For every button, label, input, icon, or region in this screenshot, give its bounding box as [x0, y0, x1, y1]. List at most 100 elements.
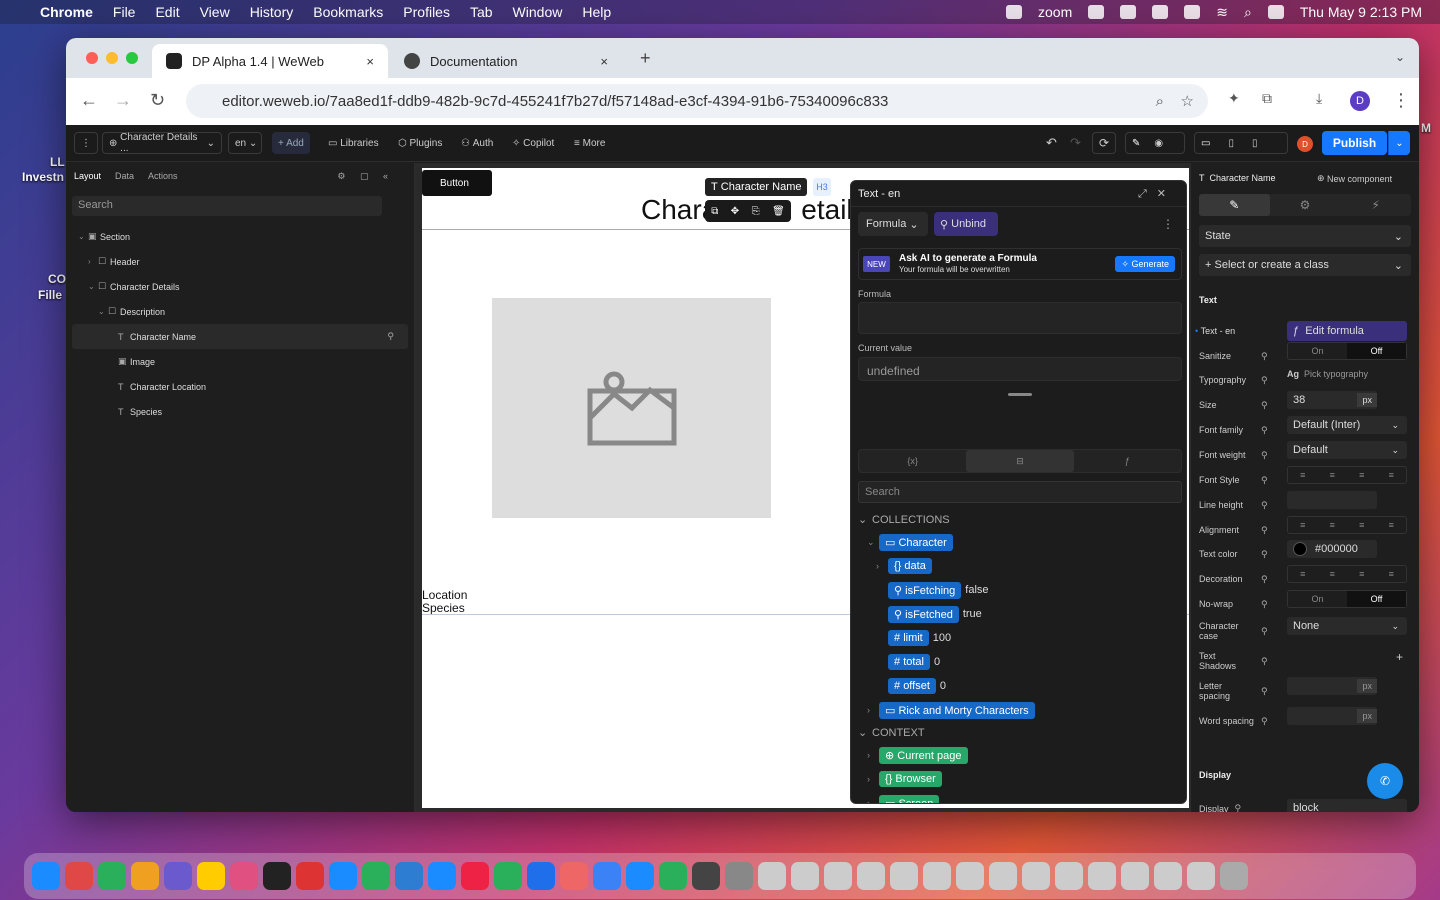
duplicate-icon[interactable]: ⎘ — [752, 206, 760, 217]
move-icon[interactable]: ✥ — [731, 206, 739, 217]
dock-app-icon[interactable] — [461, 862, 489, 890]
tree-item[interactable]: T Character Location — [72, 374, 408, 399]
zoom-window-button[interactable] — [126, 52, 138, 64]
profile-avatar[interactable]: D — [1350, 91, 1370, 111]
variable-chip[interactable]: ▭ Screen — [879, 794, 940, 803]
tree-item[interactable]: ⌄ ▣ Section — [72, 224, 408, 249]
tree-arrow-icon[interactable]: › — [867, 798, 879, 803]
color-swatch-icon[interactable] — [1293, 542, 1307, 556]
tab-data[interactable]: Data — [115, 171, 134, 182]
variable-chip[interactable]: ⊕ Current page — [879, 746, 968, 764]
explorer-item[interactable]: # limit 100 — [858, 626, 1180, 650]
variable-chip[interactable]: # limit — [888, 630, 929, 646]
more-button[interactable]: ≡ More — [568, 132, 611, 154]
bind-icon[interactable]: ⚲ — [1261, 500, 1268, 511]
explorer-item[interactable]: # offset 0 — [858, 674, 1180, 698]
on-option[interactable]: On — [1288, 591, 1347, 607]
dock-app-icon[interactable] — [362, 862, 390, 890]
close-tab-icon[interactable]: × — [600, 54, 608, 69]
variable-chip[interactable]: # offset — [888, 678, 936, 694]
option-icon[interactable]: ≡ — [1377, 467, 1407, 483]
functions-tab-icon[interactable]: ƒ — [1074, 450, 1181, 472]
typography-picker[interactable]: Ag Pick typography — [1287, 369, 1368, 379]
off-option[interactable]: Off — [1347, 591, 1406, 607]
tree-arrow-icon[interactable]: › — [88, 257, 98, 266]
spacing-input[interactable]: px — [1287, 707, 1377, 725]
menu-view[interactable]: View — [200, 4, 230, 20]
dock-app-icon[interactable] — [659, 862, 687, 890]
extension-icon[interactable]: ✦ — [1228, 90, 1240, 107]
tablet-icon[interactable]: ▯ — [1228, 138, 1234, 149]
bookmark-star-icon[interactable]: ☆ — [1181, 92, 1194, 110]
redo-icon[interactable]: ↷ — [1064, 132, 1087, 154]
tree-arrow-icon[interactable]: › — [876, 561, 888, 571]
new-tab-button[interactable]: + — [640, 48, 651, 69]
explorer-item[interactable]: › ▭ Rick and Morty Characters — [858, 698, 1180, 722]
mode-toggle[interactable]: ✎ ◉ — [1125, 132, 1185, 154]
on-off-toggle[interactable]: On Off — [1287, 342, 1407, 360]
dock-app-icon[interactable] — [1220, 862, 1248, 890]
location-species-text[interactable]: Location Species — [422, 589, 467, 615]
explorer-item[interactable]: › ▭ Screen — [858, 791, 1180, 803]
tree-item[interactable]: › ☐ Header — [72, 249, 408, 274]
state-select[interactable]: State ⌄ — [1199, 225, 1411, 247]
wifi-icon[interactable]: ≋ — [1216, 4, 1228, 21]
dock-app-icon[interactable] — [1022, 862, 1050, 890]
tree-item[interactable]: ⌄ ☐ Description — [72, 299, 408, 324]
variable-chip[interactable]: ▭ Rick and Morty Characters — [879, 701, 1035, 719]
tree-arrow-icon[interactable]: ⌄ — [867, 537, 879, 548]
close-tab-icon[interactable]: × — [366, 54, 374, 69]
explorer-section[interactable]: ⌄ COLLECTIONS — [858, 509, 1180, 530]
menu-bookmarks[interactable]: Bookmarks — [313, 4, 383, 20]
auth-button[interactable]: ⚇ Auth — [455, 132, 499, 154]
tree-item[interactable]: ⌄ ☐ Character Details — [72, 274, 408, 299]
property-select[interactable]: Default (Inter) ⌄ — [1287, 416, 1407, 434]
tree-arrow-icon[interactable]: › — [867, 774, 879, 784]
explorer-item[interactable]: ⚲ isFetching false — [858, 578, 1180, 602]
bind-icon[interactable]: ⚲ — [1261, 351, 1268, 362]
menu-history[interactable]: History — [250, 4, 294, 20]
resize-handle[interactable] — [1008, 393, 1032, 396]
tree-item[interactable]: ▣ Image — [72, 349, 408, 374]
user-avatar[interactable]: D — [1297, 136, 1313, 152]
dock-app-icon[interactable] — [428, 862, 456, 890]
off-option[interactable]: Off — [1347, 343, 1406, 359]
back-icon[interactable]: ← — [80, 90, 98, 111]
support-chat-icon[interactable]: ✆ — [1367, 763, 1403, 799]
lang-selector[interactable]: en ⌄ — [228, 132, 262, 154]
dock-app-icon[interactable] — [824, 862, 852, 890]
explorer-item[interactable]: ›{} Browser — [858, 767, 1180, 791]
puzzle-icon[interactable]: ⧉ — [1262, 90, 1272, 107]
workflow-tab-icon[interactable]: ⚡ — [1340, 194, 1411, 216]
datetime[interactable]: Thu May 9 2:13 PM — [1300, 4, 1422, 20]
option-icon[interactable]: ≡ — [1318, 467, 1348, 483]
new-component-button[interactable]: ⊕ New component — [1317, 173, 1392, 184]
menu-file[interactable]: File — [113, 4, 136, 20]
panel-tools-icon[interactable]: ⚙ ▢ « — [337, 171, 394, 182]
libraries-button[interactable]: ▭ Libraries — [322, 132, 385, 154]
variable-chip[interactable]: {} data — [888, 558, 932, 574]
element-tag[interactable]: T Character Name — [705, 178, 808, 196]
variable-chip[interactable]: ⚲ isFetching — [888, 581, 962, 599]
menu-window[interactable]: Window — [513, 4, 563, 20]
segmented-control[interactable]: ≡ ≡ ≡ ≡ — [1287, 516, 1407, 534]
explorer-item[interactable]: ⌄ ▭ Character — [858, 530, 1180, 554]
data-tab-icon[interactable]: ⊟ — [966, 450, 1074, 472]
variable-chip[interactable]: {} Browser — [879, 771, 942, 787]
bind-icon[interactable]: ⚲ — [1261, 599, 1268, 610]
dock-app-icon[interactable] — [197, 862, 225, 890]
dock-app-icon[interactable] — [98, 862, 126, 890]
variables-tab-icon[interactable]: {x} — [859, 450, 966, 472]
formula-editor[interactable] — [858, 302, 1182, 334]
dock-app-icon[interactable] — [692, 862, 720, 890]
option-icon[interactable]: ≡ — [1347, 467, 1377, 483]
class-select[interactable]: + Select or create a class ⌄ — [1199, 254, 1411, 276]
line-height-input[interactable] — [1287, 491, 1377, 509]
kebab-menu-icon[interactable]: ⋮ — [1392, 90, 1410, 111]
bind-icon[interactable]: ⚲ — [1261, 450, 1268, 461]
dock-app-icon[interactable] — [791, 862, 819, 890]
dock-app-icon[interactable] — [923, 862, 951, 890]
dock-app-icon[interactable] — [131, 862, 159, 890]
popup-window-controls[interactable]: ⤢✕ — [1138, 187, 1176, 201]
option-icon[interactable]: ≡ — [1318, 517, 1348, 533]
